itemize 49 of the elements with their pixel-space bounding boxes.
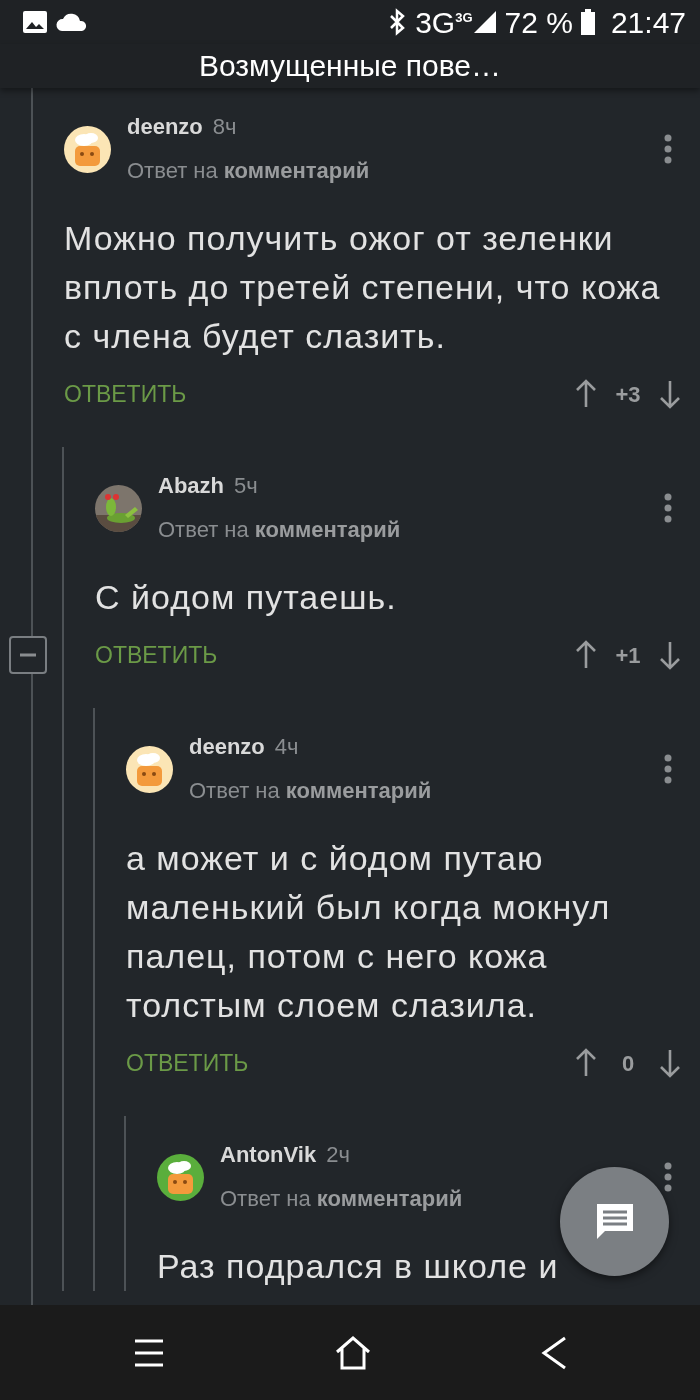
reply-to-link[interactable]: Ответ на комментарий [127, 156, 370, 186]
more-icon[interactable] [664, 1162, 672, 1192]
clock: 21:47 [610, 4, 686, 41]
gallery-icon [22, 10, 48, 34]
signal-icon [472, 10, 497, 34]
downvote-icon[interactable] [658, 1048, 682, 1078]
avatar-icon [126, 745, 173, 793]
comment-time: 4ч [274, 733, 299, 761]
menu-icon[interactable] [133, 1337, 165, 1368]
more-icon[interactable] [664, 493, 672, 523]
rating: 0 [620, 1049, 636, 1078]
battery-icon [580, 9, 595, 35]
comment-text: Можно получить ожог от зеленки вплоть до третей степени, что кожа с члена будет слазить. [64, 218, 662, 357]
network-type-small: 3G [455, 8, 473, 25]
reply-button[interactable]: ОТВЕТИТЬ [64, 376, 187, 412]
avatar-icon [157, 1153, 204, 1201]
minus-icon [20, 653, 36, 657]
author-name[interactable]: deenzo [127, 112, 203, 142]
reply-to-link[interactable]: Ответ на комментарий [189, 776, 432, 806]
reply-to-link[interactable]: Ответ на комментарий [220, 1184, 463, 1214]
network-type: 3G [415, 4, 456, 41]
upvote-icon[interactable] [574, 379, 598, 409]
reply-button[interactable]: ОТВЕТИТЬ [95, 637, 218, 673]
author-name[interactable]: AntonVik [220, 1140, 317, 1170]
collapse-button[interactable] [9, 636, 47, 674]
downvote-icon[interactable] [658, 640, 682, 670]
reply-to-link[interactable]: Ответ на комментарий [158, 515, 401, 545]
upvote-icon[interactable] [574, 1048, 598, 1078]
upvote-icon[interactable] [574, 640, 598, 670]
rating: +1 [614, 641, 642, 670]
author-name[interactable]: deenzo [189, 732, 265, 762]
comment-text: а может и с йодом путаю маленький был когда мокнул палец, потом с него кожа толстым слоем слазила. [126, 838, 612, 1026]
more-icon[interactable] [664, 754, 672, 784]
comment-time: 8ч [212, 113, 237, 141]
avatar-icon [64, 125, 111, 173]
home-icon[interactable] [335, 1335, 371, 1370]
downvote-icon[interactable] [658, 379, 682, 409]
more-icon[interactable] [664, 134, 672, 164]
comment-text: Раз подрался в школе и [157, 1246, 559, 1287]
rating: +3 [614, 380, 642, 409]
reply-button[interactable]: ОТВЕТИТЬ [126, 1045, 249, 1081]
comment-time: 2ч [326, 1141, 350, 1169]
screen-title: Возмущенные пове… [198, 49, 501, 82]
comment-text: С йодом путаешь. [95, 577, 397, 618]
battery-percent: 72 % [504, 4, 573, 41]
back-icon[interactable] [541, 1335, 567, 1370]
author-name[interactable]: Abazh [158, 471, 224, 501]
comment-time: 5ч [234, 472, 258, 500]
cloud-icon [56, 12, 88, 32]
